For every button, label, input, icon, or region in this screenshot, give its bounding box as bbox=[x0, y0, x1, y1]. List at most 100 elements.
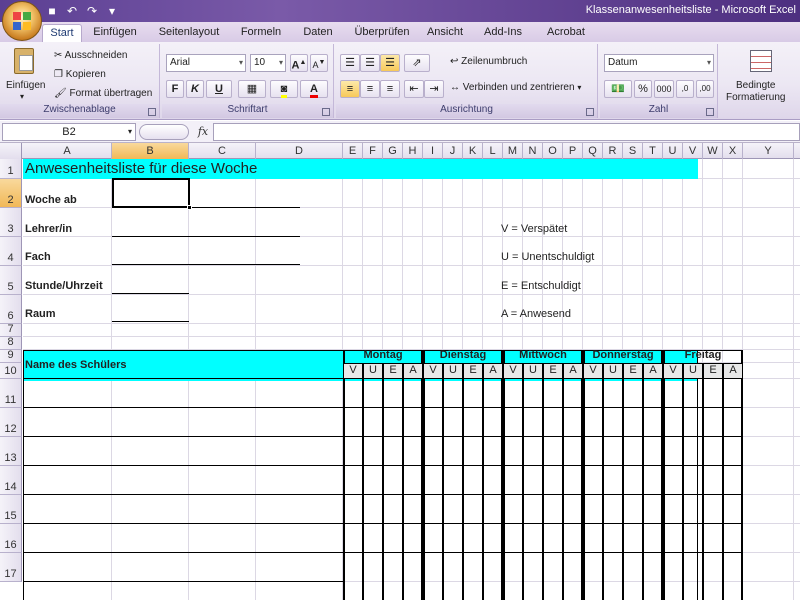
name-box[interactable]: B2 ▾ bbox=[2, 123, 136, 141]
shrink-font-button[interactable]: A▼ bbox=[310, 54, 328, 72]
row-header-17[interactable]: 17 bbox=[0, 553, 22, 582]
office-button[interactable] bbox=[2, 1, 42, 41]
row-header-16[interactable]: 16 bbox=[0, 524, 22, 553]
align-top-button[interactable]: ☰ bbox=[340, 54, 360, 72]
column-header-w[interactable]: W bbox=[703, 143, 723, 159]
column-header-d[interactable]: D bbox=[256, 143, 343, 159]
clipboard-launcher-icon[interactable] bbox=[148, 108, 156, 116]
font-color-button[interactable]: A bbox=[300, 80, 328, 98]
row-header-5[interactable]: 5 bbox=[0, 266, 22, 295]
tab-start[interactable]: Start bbox=[42, 24, 82, 42]
row-header-13[interactable]: 13 bbox=[0, 437, 22, 466]
column-header-l[interactable]: L bbox=[483, 143, 503, 159]
bold-button[interactable]: F bbox=[166, 80, 184, 98]
row-header-15[interactable]: 15 bbox=[0, 495, 22, 524]
column-header-g[interactable]: G bbox=[383, 143, 403, 159]
alignment-launcher-icon[interactable] bbox=[586, 108, 594, 116]
font-size-combo[interactable]: 10 ▾ bbox=[250, 54, 286, 72]
tab-addins[interactable]: Add-Ins bbox=[478, 24, 528, 42]
align-left-button[interactable]: ≡ bbox=[340, 80, 360, 98]
borders-button[interactable]: ▦ bbox=[238, 80, 266, 98]
format-painter-button[interactable]: 🖌 Format übertragen bbox=[54, 88, 152, 99]
percent-button[interactable]: % bbox=[634, 80, 652, 98]
column-header-z[interactable]: Z bbox=[794, 143, 800, 159]
selected-cell-b2[interactable] bbox=[112, 178, 192, 210]
column-header-k[interactable]: K bbox=[463, 143, 483, 159]
row-header-12[interactable]: 12 bbox=[0, 408, 22, 437]
column-header-j[interactable]: J bbox=[443, 143, 463, 159]
tab-seitenlayout[interactable]: Seitenlayout bbox=[150, 24, 228, 42]
row-header-2[interactable]: 2 bbox=[0, 179, 22, 208]
row-header-6[interactable]: 6 bbox=[0, 295, 22, 324]
merge-center-button[interactable]: ↔ Verbinden und zentrieren ▾ bbox=[450, 82, 581, 93]
redo-icon[interactable]: ↷ bbox=[84, 3, 100, 19]
align-center-button[interactable]: ≡ bbox=[360, 80, 380, 98]
align-middle-button[interactable]: ☰ bbox=[360, 54, 380, 72]
column-header-y[interactable]: Y bbox=[743, 143, 794, 159]
font-name-combo[interactable]: Arial ▾ bbox=[166, 54, 246, 72]
formula-input[interactable] bbox=[213, 123, 800, 141]
formula-expand-handle[interactable] bbox=[139, 124, 189, 140]
save-icon[interactable]: ■ bbox=[44, 3, 60, 19]
column-header-q[interactable]: Q bbox=[583, 143, 603, 159]
column-header-h[interactable]: H bbox=[403, 143, 423, 159]
row-header-1[interactable]: 1 bbox=[0, 159, 22, 179]
paste-button[interactable]: Einfügen ▾ bbox=[4, 46, 45, 102]
cut-button[interactable]: ✂ Ausschneiden bbox=[54, 50, 127, 61]
column-header-o[interactable]: O bbox=[543, 143, 563, 159]
align-right-button[interactable]: ≡ bbox=[380, 80, 400, 98]
grow-font-button[interactable]: A▲ bbox=[290, 54, 308, 72]
row-header-14[interactable]: 14 bbox=[0, 466, 22, 495]
insert-function-button[interactable]: fx bbox=[193, 123, 213, 141]
row-header-4[interactable]: 4 bbox=[0, 237, 22, 266]
italic-button[interactable]: K bbox=[186, 80, 204, 98]
currency-button[interactable]: 💵 bbox=[604, 80, 632, 98]
decrease-indent-button[interactable]: ⇤ bbox=[404, 80, 424, 98]
conditional-formatting-button[interactable]: Bedingte Formatierung bbox=[724, 46, 800, 104]
copy-button[interactable]: ❐ Kopieren bbox=[54, 69, 106, 80]
row-header-9[interactable]: 9 bbox=[0, 349, 22, 363]
column-header-f[interactable]: F bbox=[363, 143, 383, 159]
fill-handle[interactable] bbox=[187, 205, 192, 210]
column-header-x[interactable]: X bbox=[723, 143, 743, 159]
increase-indent-button[interactable]: ⇥ bbox=[424, 80, 444, 98]
orientation-button[interactable]: ⇗ bbox=[404, 54, 430, 72]
undo-icon[interactable]: ↶ bbox=[64, 3, 80, 19]
column-header-c[interactable]: C bbox=[189, 143, 256, 159]
worksheet-grid[interactable]: ABCDEFGHIJKLMNOPQRSTUVWXYZ 1234567891011… bbox=[0, 143, 800, 600]
underline-button[interactable]: U bbox=[206, 80, 232, 98]
column-header-s[interactable]: S bbox=[623, 143, 643, 159]
tab-formeln[interactable]: Formeln bbox=[236, 24, 286, 42]
column-header-b[interactable]: B bbox=[112, 143, 189, 159]
column-header-u[interactable]: U bbox=[663, 143, 683, 159]
column-header-t[interactable]: T bbox=[643, 143, 663, 159]
font-launcher-icon[interactable] bbox=[322, 108, 330, 116]
tab-ueberpruefen[interactable]: Überprüfen bbox=[350, 24, 414, 42]
select-all-corner[interactable] bbox=[0, 143, 22, 159]
row-header-3[interactable]: 3 bbox=[0, 208, 22, 237]
column-header-i[interactable]: I bbox=[423, 143, 443, 159]
thousands-button[interactable]: 000 bbox=[654, 80, 674, 98]
number-launcher-icon[interactable] bbox=[706, 108, 714, 116]
row-header-10[interactable]: 10 bbox=[0, 363, 22, 379]
column-header-p[interactable]: P bbox=[563, 143, 583, 159]
tab-daten[interactable]: Daten bbox=[296, 24, 340, 42]
tab-einfuegen[interactable]: Einfügen bbox=[90, 24, 140, 42]
column-header-n[interactable]: N bbox=[523, 143, 543, 159]
increase-decimal-button[interactable]: ,0 bbox=[676, 80, 694, 98]
align-bottom-button[interactable]: ☰ bbox=[380, 54, 400, 72]
row-header-11[interactable]: 11 bbox=[0, 379, 22, 408]
fill-color-button[interactable]: ◙ bbox=[270, 80, 298, 98]
column-header-a[interactable]: A bbox=[23, 143, 112, 159]
column-header-m[interactable]: M bbox=[503, 143, 523, 159]
tab-ansicht[interactable]: Ansicht bbox=[422, 24, 468, 42]
decrease-decimal-button[interactable]: ,00 bbox=[696, 80, 714, 98]
wrap-text-button[interactable]: ↩ Zeilenumbruch bbox=[450, 56, 527, 67]
customize-qat-icon[interactable]: ▾ bbox=[104, 3, 120, 19]
attendance-row-line bbox=[583, 552, 663, 553]
column-header-r[interactable]: R bbox=[603, 143, 623, 159]
column-header-e[interactable]: E bbox=[343, 143, 363, 159]
tab-acrobat[interactable]: Acrobat bbox=[540, 24, 592, 42]
number-format-combo[interactable]: Datum ▾ bbox=[604, 54, 714, 72]
column-header-v[interactable]: V bbox=[683, 143, 703, 159]
